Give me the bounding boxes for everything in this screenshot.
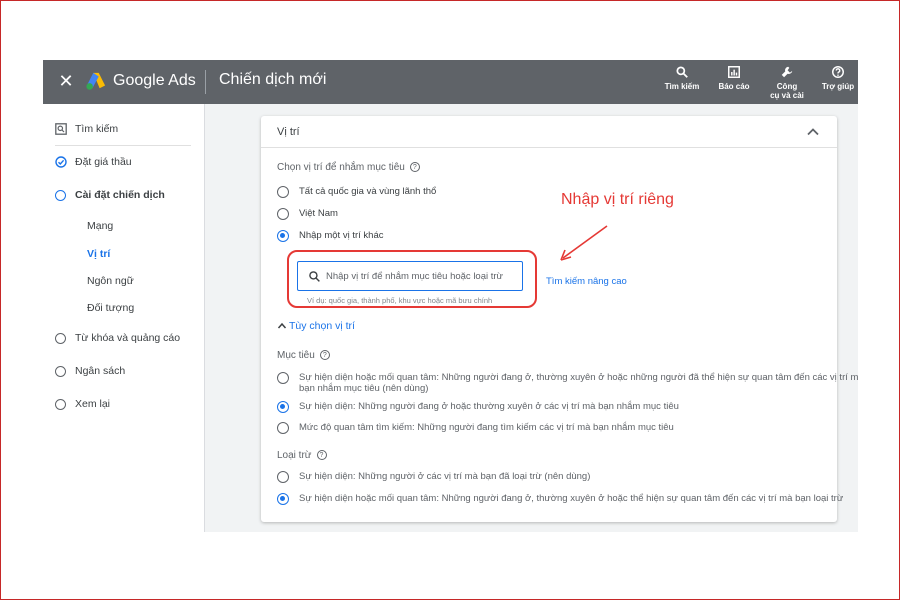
tool-help-button[interactable]: Trợ giúp [818, 65, 858, 91]
sidebar-item-keywords-ads[interactable]: Từ khóa và quảng cáo [55, 332, 180, 344]
tool-help-label: Trợ giúp [821, 82, 855, 91]
tool-report-button[interactable]: Báo cáo [714, 65, 754, 91]
location-search-input[interactable] [326, 268, 516, 284]
radio-button[interactable] [277, 208, 289, 220]
brand-name: Google Ads [113, 72, 196, 89]
card-header: Vị trí [261, 116, 837, 148]
top-bar: ✕ Google Ads Chiến dịch mới Tìm kiếm Báo… [43, 60, 858, 104]
chevron-up-icon[interactable] [805, 124, 821, 140]
help-icon[interactable]: ? [319, 350, 330, 361]
sidebar-item-budget[interactable]: Ngân sách [55, 365, 125, 377]
annotation-text: Nhập vị trí riêng [561, 191, 674, 208]
radio-button-selected[interactable] [277, 493, 289, 505]
sidebar-subitem-network[interactable]: Mạng [87, 220, 113, 232]
location-search-field[interactable] [297, 261, 523, 291]
step-circle-icon [55, 398, 66, 410]
target-label: Mục tiêu? [277, 350, 330, 361]
annotation-arrow-icon [560, 225, 608, 261]
help-icon[interactable]: ? [409, 162, 420, 173]
radio-target-search-interest-label: Mức độ quan tâm tìm kiếm: Những người đa… [299, 422, 674, 433]
wrench-icon [781, 66, 793, 78]
sidebar: Tìm kiếm Đặt giá thầu Cài đặt chiến dịch… [43, 104, 205, 532]
tool-settings-button[interactable]: Công cụ và cài [764, 65, 810, 100]
sidebar-item-bidding[interactable]: Đặt giá thầu [55, 156, 132, 168]
card-title: Vị trí [277, 126, 300, 138]
target-option-line-1: Sự hiện diện hoặc mối quan tâm: Những ng… [299, 372, 858, 383]
google-ads-logo [86, 72, 106, 90]
exclude-label: Loại trừ? [277, 450, 327, 461]
help-icon [832, 66, 844, 78]
step-circle-icon [55, 189, 66, 201]
radio-button-selected[interactable] [277, 230, 289, 242]
target-option-line-2: bạn nhắm mục tiêu (nên dùng) [299, 383, 429, 394]
chevron-up-icon [277, 323, 287, 329]
page-title: Chiến dịch mới [219, 71, 327, 88]
radio-exclude-presence-label: Sự hiện diện: Những người ở các vị trí m… [299, 471, 591, 482]
tool-search-label: Tìm kiếm [664, 82, 700, 91]
sidebar-subitem-location[interactable]: Vị trí [87, 248, 110, 260]
google-ads-app: ✕ Google Ads Chiến dịch mới Tìm kiếm Báo… [43, 60, 858, 532]
radio-other-location-label: Nhập một vị trí khác [299, 230, 384, 241]
tool-report-label: Báo cáo [718, 82, 750, 91]
sidebar-item-review-label: Xem lại [75, 398, 111, 410]
close-icon[interactable]: ✕ [55, 70, 77, 92]
location-options-toggle[interactable]: Tùy chọn vị trí [277, 320, 355, 332]
sidebar-item-campaign-settings[interactable]: Cài đặt chiến dịch [55, 189, 165, 201]
radio-button-selected[interactable] [277, 401, 289, 413]
exclude-label-text: Loại trừ [277, 450, 312, 461]
radio-target-presence-label: Sự hiện diện: Những người đang ở hoặc th… [299, 401, 679, 412]
choose-location-text: Chọn vị trí để nhắm mục tiêu [277, 162, 405, 173]
sidebar-item-campaign-settings-label: Cài đặt chiến dịch [75, 189, 165, 201]
radio-button[interactable] [277, 186, 289, 198]
search-icon [309, 271, 320, 282]
tool-settings-label-2: cụ và cài [770, 91, 804, 100]
search-box-icon [55, 123, 67, 136]
tool-settings-label-1: Công [776, 82, 798, 91]
advanced-search-link[interactable]: Tìm kiếm nâng cao [546, 276, 627, 287]
sidebar-subitem-audience[interactable]: Đối tượng [87, 302, 134, 314]
step-circle-icon [55, 332, 66, 344]
location-card: Vị trí Chọn vị trí để nhắm mục tiêu? Tất… [261, 116, 858, 522]
tool-search-button[interactable]: Tìm kiếm [662, 65, 702, 91]
sidebar-divider [55, 145, 191, 146]
sidebar-subitem-language[interactable]: Ngôn ngữ [87, 275, 134, 287]
sidebar-item-bidding-label: Đặt giá thầu [75, 156, 132, 168]
radio-button[interactable] [277, 372, 289, 384]
sidebar-item-search-label: Tìm kiếm [75, 123, 119, 135]
target-label-text: Mục tiêu [277, 350, 315, 361]
location-options-label: Tùy chọn vị trí [289, 320, 355, 332]
radio-button[interactable] [277, 471, 289, 483]
help-icon[interactable]: ? [316, 450, 327, 461]
sidebar-item-search[interactable]: Tìm kiếm [55, 123, 119, 136]
search-icon [676, 66, 688, 78]
search-hint: Ví dụ: quốc gia, thành phố, khu vực hoặc… [307, 296, 493, 305]
sidebar-item-budget-label: Ngân sách [75, 365, 126, 377]
report-icon [728, 66, 740, 78]
check-circle-icon [55, 156, 67, 168]
step-circle-icon [55, 365, 66, 377]
radio-all-countries-label: Tất cả quốc gia và vùng lãnh thổ [299, 186, 437, 197]
radio-button[interactable] [277, 422, 289, 434]
sidebar-item-keywords-ads-label: Từ khóa và quảng cáo [75, 332, 181, 344]
choose-location-label: Chọn vị trí để nhắm mục tiêu? [277, 162, 420, 173]
sidebar-item-review[interactable]: Xem lại [55, 398, 110, 410]
radio-target-presence-interest-label: Sự hiện diện hoặc mối quan tâm: Những ng… [299, 372, 858, 394]
radio-exclude-presence-interest-label: Sự hiện diện hoặc mối quan tâm: Những ng… [299, 493, 844, 504]
radio-vietnam-label: Việt Nam [299, 208, 338, 219]
header-divider [205, 70, 206, 94]
